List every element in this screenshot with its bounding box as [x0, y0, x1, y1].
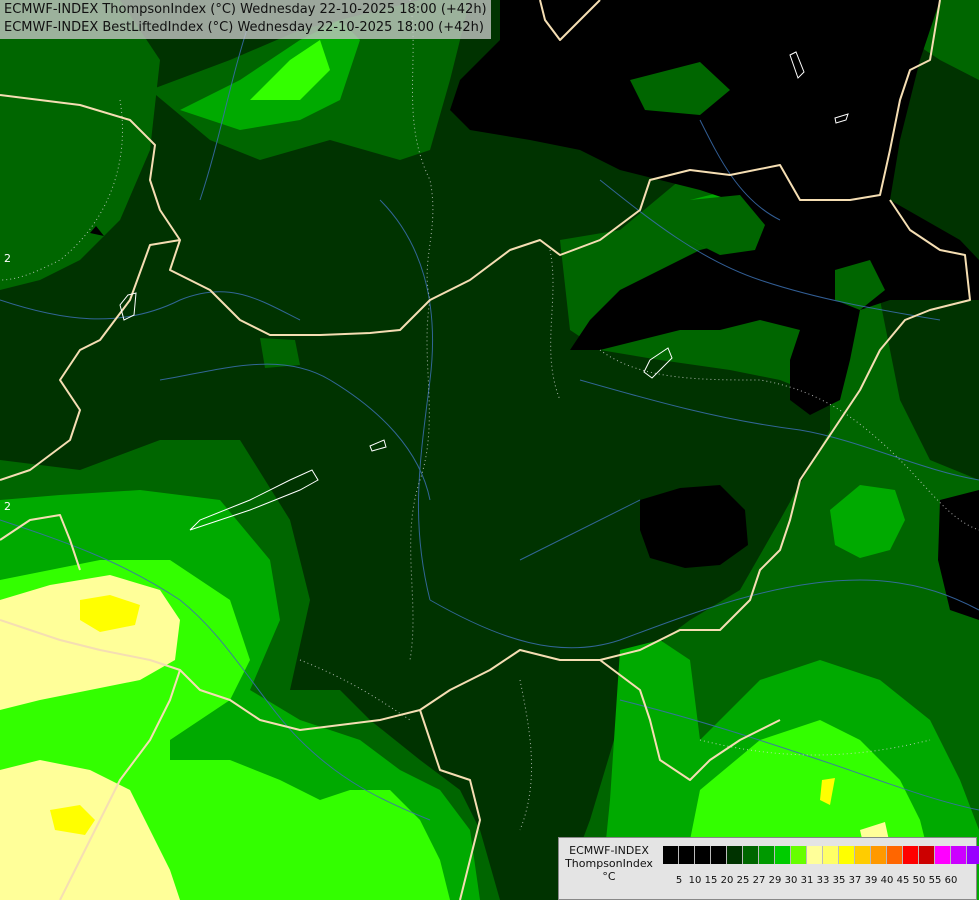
legend-swatch: [743, 846, 759, 864]
legend-tick-label: 10: [688, 875, 702, 886]
legend-label: ECMWF-INDEX ThompsonIndex °C: [561, 844, 657, 883]
legend-tick-label: 45: [896, 875, 910, 886]
legend-swatch: [807, 846, 823, 864]
legend-unit: °C: [602, 870, 616, 883]
legend-swatch: [951, 846, 967, 864]
legend-tick-label: 55: [928, 875, 942, 886]
contour-label-south: 2: [4, 500, 11, 513]
contour-label-north: 2: [4, 252, 11, 265]
legend-swatch: [919, 846, 935, 864]
title-thompson: ECMWF-INDEX ThompsonIndex (°C) Wednesday…: [4, 2, 487, 17]
legend-tick-label: 15: [704, 875, 718, 886]
legend-tick-label: 33: [816, 875, 830, 886]
legend-swatch: [775, 846, 791, 864]
map-title-box: ECMWF-INDEX ThompsonIndex (°C) Wednesday…: [0, 0, 491, 39]
legend-tick-label: 27: [752, 875, 766, 886]
color-legend: ECMWF-INDEX ThompsonIndex °C 5 10 15 20 25 27…: [558, 837, 979, 900]
legend-swatch: [711, 846, 727, 864]
legend-tick-label: 40: [880, 875, 894, 886]
legend-swatch: [871, 846, 887, 864]
legend-swatch: [663, 846, 679, 864]
legend-title-model: ECMWF-INDEX: [569, 844, 649, 857]
legend-swatch: [695, 846, 711, 864]
legend-tick-label: 50: [912, 875, 926, 886]
legend-swatches: [663, 846, 979, 864]
legend-swatch: [791, 846, 807, 864]
legend-title-index: ThompsonIndex: [565, 857, 653, 870]
legend-swatch: [903, 846, 919, 864]
legend-swatch: [855, 846, 871, 864]
legend-tick-label: 25: [736, 875, 750, 886]
title-bestlifted: ECMWF-INDEX BestLiftedIndex (°C) Wednesd…: [4, 20, 484, 35]
legend-ticks: 5 10 15 20 25 27 29 30 31 33 35 37 39 40 45 50 55 60: [663, 875, 973, 889]
legend-swatch: [967, 846, 979, 864]
weather-map: [0, 0, 979, 900]
legend-tick-label: 29: [768, 875, 782, 886]
legend-tick-label: 39: [864, 875, 878, 886]
legend-swatch: [887, 846, 903, 864]
legend-tick-label: 35: [832, 875, 846, 886]
legend-tick-label: 30: [784, 875, 798, 886]
legend-swatch: [679, 846, 695, 864]
legend-swatch: [839, 846, 855, 864]
legend-swatch: [727, 846, 743, 864]
legend-swatch: [935, 846, 951, 864]
legend-tick-label: 60: [944, 875, 958, 886]
legend-swatch: [759, 846, 775, 864]
legend-tick-label: 37: [848, 875, 862, 886]
legend-tick-label: 5: [675, 875, 683, 886]
legend-tick-label: 20: [720, 875, 734, 886]
legend-swatch: [823, 846, 839, 864]
legend-tick-label: 31: [800, 875, 814, 886]
